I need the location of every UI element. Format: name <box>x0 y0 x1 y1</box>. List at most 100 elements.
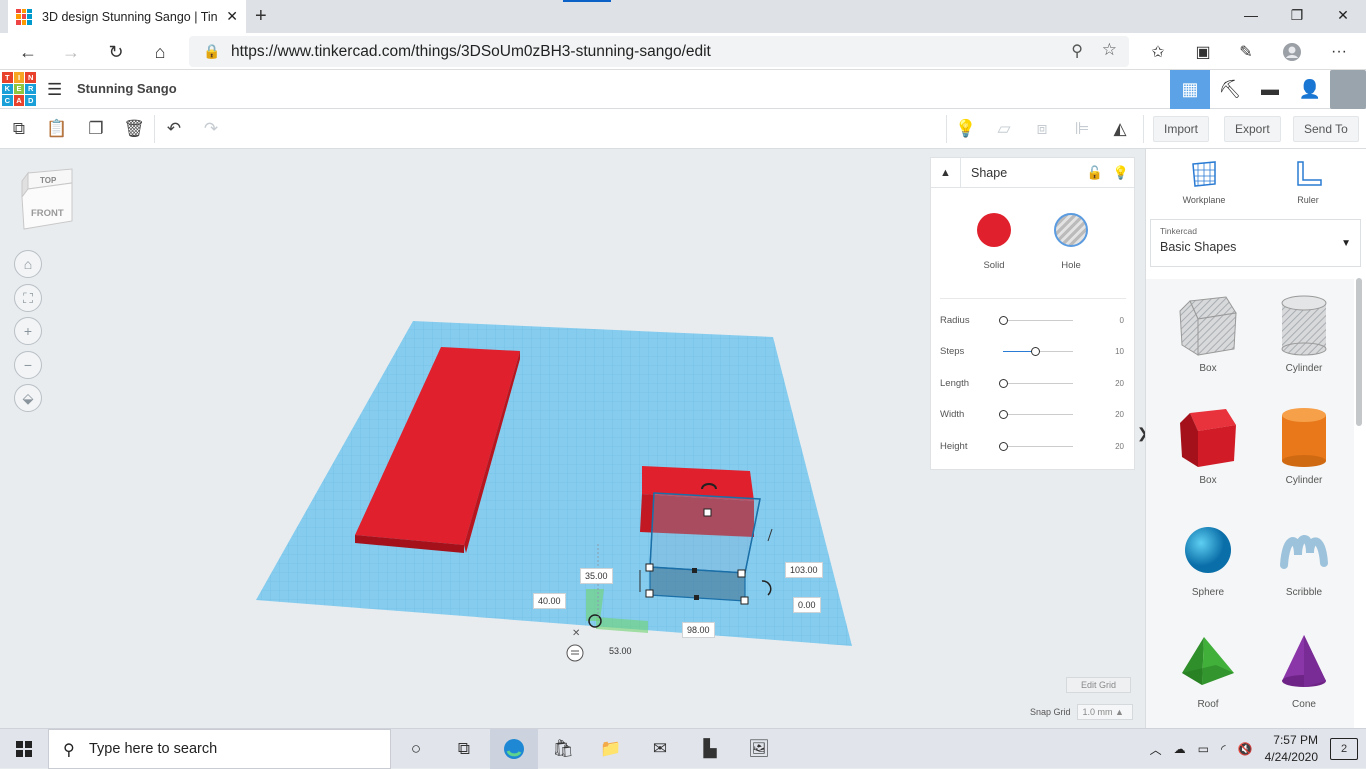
more-menu-icon[interactable]: ··· <box>1326 39 1352 65</box>
new-tab-button[interactable]: + <box>255 5 267 28</box>
minecraft-view-icon[interactable]: ⛏ <box>1210 70 1250 109</box>
lock-icon[interactable]: 🔓 <box>1082 165 1108 181</box>
origin-close-icon[interactable]: ✕ <box>572 628 580 639</box>
fit-view-icon[interactable]: ⛶ <box>14 284 42 312</box>
lightbulb-icon[interactable]: 💡 <box>954 117 978 141</box>
length-dimension[interactable]: 98.00 <box>682 622 715 638</box>
refresh-icon[interactable]: ↻ <box>103 39 129 65</box>
snap-grid-select[interactable]: 1.0 mm ▲ <box>1076 704 1133 720</box>
edge-browser-icon[interactable] <box>490 729 538 769</box>
shape-box-solid[interactable]: Box <box>1160 403 1256 486</box>
cloud-icon[interactable]: ☁ <box>1174 742 1186 756</box>
zoom-out-icon[interactable]: − <box>14 351 42 379</box>
taskbar-search[interactable]: ⚲ Type here to search <box>48 729 391 769</box>
back-arrow-icon[interactable]: ← <box>15 39 41 65</box>
property-slider[interactable] <box>999 441 1073 451</box>
shape-library-select[interactable]: Tinkercad Basic Shapes ▼ <box>1150 219 1361 267</box>
property-value[interactable]: 10 <box>1115 347 1124 356</box>
origin-x-dimension[interactable]: 53.00 <box>605 644 636 658</box>
slider-knob[interactable] <box>999 315 1008 325</box>
home-icon[interactable]: ⌂ <box>147 39 173 65</box>
design-list-icon[interactable]: ☰ <box>47 80 62 100</box>
chevron-down-icon[interactable]: ▼ <box>1341 238 1351 249</box>
zoom-icon[interactable]: ⚲ <box>1071 41 1083 61</box>
solid-option[interactable]: Solid <box>964 213 1024 271</box>
property-slider[interactable] <box>999 378 1073 388</box>
shape-roof[interactable]: Roof <box>1160 627 1256 710</box>
task-view-icon[interactable]: ⧉ <box>440 729 488 769</box>
slider-knob[interactable] <box>1030 347 1040 356</box>
shape-sphere[interactable]: Sphere <box>1160 515 1256 598</box>
avatar[interactable] <box>1330 70 1366 109</box>
tinkercad-logo[interactable]: T I N K E R C A D <box>2 72 36 106</box>
volume-icon[interactable]: 🔇 <box>1238 742 1253 756</box>
perspective-icon[interactable]: ⬙ <box>14 384 42 412</box>
photos-icon[interactable]: 🖼 <box>735 729 783 769</box>
shape-cylinder-solid[interactable]: Cylinder <box>1256 403 1352 486</box>
light-icon[interactable]: 💡 <box>1108 165 1134 181</box>
slider-knob[interactable] <box>999 378 1008 388</box>
property-slider[interactable] <box>999 410 1073 419</box>
property-value[interactable]: 0 <box>1120 316 1124 325</box>
zoom-in-icon[interactable]: + <box>14 317 42 345</box>
collections-icon[interactable]: ▣ <box>1190 39 1216 65</box>
copy-icon[interactable]: ⧉ <box>7 117 31 141</box>
mail-icon[interactable]: ✉ <box>636 729 684 769</box>
paste-icon[interactable]: 📋 <box>45 117 69 141</box>
home-view-icon[interactable]: ⌂ <box>14 250 42 278</box>
feedback-icon[interactable]: ✎ <box>1233 39 1259 65</box>
note-icon[interactable]: ▱ <box>992 117 1016 141</box>
align-icon[interactable]: ⊫ <box>1070 117 1094 141</box>
shape-box-hole[interactable]: Box <box>1160 291 1256 374</box>
file-explorer-icon[interactable]: 📁 <box>587 729 635 769</box>
shape-cone[interactable]: Cone <box>1256 627 1352 710</box>
import-button[interactable]: Import <box>1153 116 1210 142</box>
lock-icon[interactable]: 🔒 <box>203 43 220 60</box>
view-cube-top-label[interactable]: TOP <box>40 176 56 185</box>
undo-icon[interactable]: ↶ <box>162 117 186 141</box>
chevron-up-icon[interactable]: ︿ <box>1150 741 1162 758</box>
property-slider[interactable] <box>999 315 1073 325</box>
collapse-panel-icon[interactable]: ▲ <box>931 157 961 188</box>
minimize-button[interactable]: — <box>1228 0 1274 30</box>
height-dimension[interactable]: 35.00 <box>580 568 613 584</box>
ruler-tool[interactable]: Ruler <box>1268 159 1348 205</box>
design-name[interactable]: Stunning Sango <box>77 81 177 96</box>
send-to-button[interactable]: Send To <box>1293 116 1359 142</box>
restore-button[interactable]: ❐ <box>1274 0 1320 30</box>
3d-design-view-icon[interactable]: ▦ <box>1170 70 1210 109</box>
depth-dimension[interactable]: 40.00 <box>533 593 566 609</box>
browser-tab[interactable]: 3D design Stunning Sango | Tink ✕ <box>8 0 246 33</box>
redo-icon[interactable]: ↷ <box>199 117 223 141</box>
elevation-dimension[interactable]: 0.00 <box>793 597 821 613</box>
trash-icon[interactable]: 🗑 <box>122 117 146 141</box>
notification-center-icon[interactable]: 2 <box>1330 738 1358 760</box>
app-icon[interactable]: ▙ <box>686 729 734 769</box>
edit-grid-button[interactable]: Edit Grid <box>1066 677 1132 693</box>
close-window-button[interactable]: ✕ <box>1320 0 1366 30</box>
mirror-icon[interactable]: ◭ <box>1108 117 1132 141</box>
property-value[interactable]: 20 <box>1115 410 1124 419</box>
export-button[interactable]: Export <box>1224 116 1281 142</box>
hole-swatch[interactable] <box>1054 213 1088 247</box>
property-value[interactable]: 20 <box>1115 442 1124 451</box>
duplicate-icon[interactable]: ❐ <box>84 117 108 141</box>
profile-icon[interactable] <box>1279 39 1305 65</box>
width-dimension[interactable]: 103.00 <box>785 562 823 578</box>
clock[interactable]: 7:57 PM 4/24/2020 <box>1265 732 1318 766</box>
lego-view-icon[interactable]: ▬ <box>1250 70 1290 109</box>
hole-option[interactable]: Hole <box>1041 213 1101 271</box>
store-icon[interactable]: 🛍 <box>539 729 587 769</box>
sidebar-scrollbar[interactable] <box>1356 278 1362 426</box>
favorites-icon[interactable]: ✩ <box>1145 39 1171 65</box>
battery-icon[interactable]: ▭ <box>1198 742 1209 756</box>
forward-arrow-icon[interactable]: → <box>58 39 84 65</box>
slider-knob[interactable] <box>999 410 1008 419</box>
shape-cylinder-hole[interactable]: Cylinder <box>1256 291 1352 374</box>
slider-knob[interactable] <box>999 441 1008 451</box>
wifi-icon[interactable]: ◜ <box>1221 742 1226 756</box>
shape-scribble[interactable]: Scribble <box>1256 515 1352 598</box>
tab-close-icon[interactable]: ✕ <box>226 8 238 25</box>
favorite-star-icon[interactable]: ☆ <box>1102 40 1117 60</box>
workplane-tool[interactable]: Workplane <box>1164 159 1244 205</box>
